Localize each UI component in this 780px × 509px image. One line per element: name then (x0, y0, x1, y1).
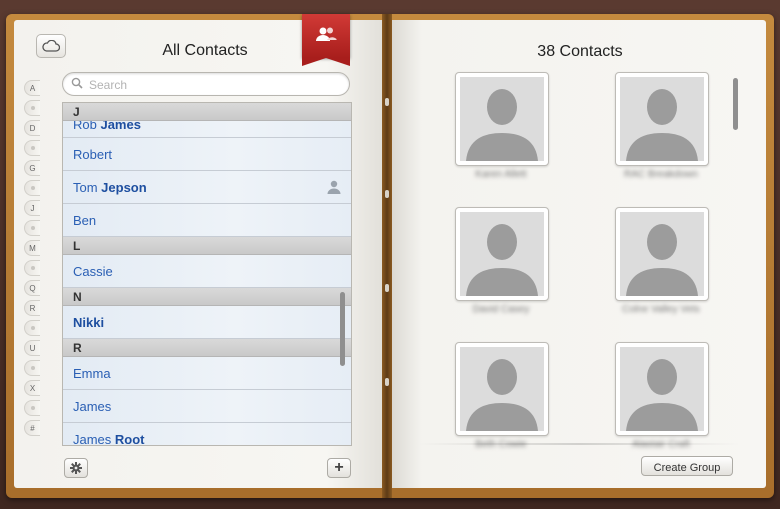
index-letter-m[interactable]: M (24, 240, 40, 256)
section-header: R (63, 339, 351, 357)
contact-first-name: Tom (73, 180, 102, 195)
contact-row[interactable]: Emma (63, 357, 351, 390)
index-dot[interactable] (24, 400, 40, 416)
index-letter-r[interactable]: R (24, 300, 40, 316)
index-dot[interactable] (24, 140, 40, 156)
contact-last-name: Jepson (101, 180, 147, 195)
contact-row[interactable]: Nikki (63, 306, 351, 339)
contact-first-name: James (73, 399, 112, 414)
avatar (460, 347, 544, 431)
contact-card-name: Karen Allett (475, 169, 527, 180)
groups-bookmark-button[interactable] (302, 14, 350, 66)
contact-card-name: David Casey (472, 304, 530, 315)
contact-row[interactable]: Robert (63, 138, 351, 171)
index-letter-a[interactable]: A (24, 80, 40, 96)
index-dot-mark (30, 406, 35, 410)
contact-first-name: Emma (73, 366, 111, 381)
index-dot-mark (30, 186, 35, 190)
book-spine (382, 14, 392, 498)
section-header: J (63, 103, 351, 121)
contact-card[interactable] (615, 72, 709, 166)
index-letter-g[interactable]: G (24, 160, 40, 176)
contact-list-scrollbar[interactable] (340, 292, 345, 366)
contact-card-name: Colne Valley Vets (622, 304, 700, 315)
person-silhouette-icon (460, 212, 544, 296)
section-header: L (63, 237, 351, 255)
person-silhouette-icon (460, 77, 544, 161)
spine-stitch (385, 190, 389, 198)
contact-first-name: Ben (73, 213, 97, 228)
contacts-group-icon (316, 27, 337, 41)
search-input[interactable] (87, 75, 341, 95)
index-letter-j[interactable]: J (24, 200, 40, 216)
avatar (620, 347, 704, 431)
index-letter-d[interactable]: D (24, 120, 40, 136)
contact-last-name: Root (114, 432, 145, 446)
index-dot[interactable] (24, 220, 40, 236)
alphabet-index[interactable]: A D G J M Q R U X # (24, 80, 40, 440)
avatar (460, 212, 544, 296)
index-letter-u[interactable]: U (24, 340, 40, 356)
create-group-button[interactable]: Create Group (641, 456, 733, 476)
avatar (620, 77, 704, 161)
index-dot[interactable] (24, 100, 40, 116)
section-header: N (63, 288, 351, 306)
person-icon (327, 180, 341, 194)
contact-count-title: 38 Contacts (537, 43, 623, 60)
settings-button[interactable] (64, 458, 88, 478)
index-letter-x[interactable]: X (24, 380, 40, 396)
contact-last-name: Nikki (73, 315, 105, 330)
contact-row[interactable]: Cassie (63, 255, 351, 288)
spine-stitch (385, 98, 389, 106)
index-dot-mark (30, 226, 35, 230)
contact-first-name: Rob (73, 121, 101, 132)
plus-icon: + (334, 459, 344, 476)
contact-first-name: Robert (73, 147, 113, 162)
person-silhouette-icon (460, 347, 544, 431)
right-page (392, 20, 766, 488)
contact-list[interactable]: J Rob James Robert Tom Jepson Ben L Cassie N Nik… (62, 102, 352, 446)
contact-card-name: RAC Breakdown (624, 169, 698, 180)
index-letter-hash[interactable]: # (24, 420, 40, 436)
contact-card[interactable] (615, 342, 709, 436)
contact-first-name: Cassie (73, 264, 113, 279)
contact-card[interactable] (455, 72, 549, 166)
contact-row[interactable]: James Root (63, 423, 351, 446)
index-dot[interactable] (24, 260, 40, 276)
search-icon (71, 77, 83, 89)
index-dot[interactable] (24, 360, 40, 376)
contact-card[interactable] (615, 207, 709, 301)
avatar (620, 212, 704, 296)
index-dot-mark (30, 146, 35, 150)
icloud-button[interactable] (36, 34, 66, 58)
index-dot-mark (30, 106, 35, 110)
index-letter-q[interactable]: Q (24, 280, 40, 296)
index-dot[interactable] (24, 320, 40, 336)
contact-card[interactable] (455, 342, 549, 436)
index-dot-mark (30, 366, 35, 370)
add-contact-button[interactable]: + (327, 458, 351, 478)
contact-row[interactable]: Rob James (63, 121, 351, 138)
spine-stitch (385, 284, 389, 292)
contact-row[interactable]: Tom Jepson (63, 171, 351, 204)
card-grid-scrollbar[interactable] (733, 78, 738, 130)
contact-row[interactable]: James (63, 390, 351, 423)
person-silhouette-icon (620, 212, 704, 296)
avatar (460, 77, 544, 161)
gear-icon (70, 462, 82, 474)
index-dot-mark (30, 326, 35, 330)
cloud-icon (42, 40, 60, 52)
contact-last-name: James (100, 121, 141, 132)
page-divider (418, 443, 740, 445)
contact-card[interactable] (455, 207, 549, 301)
search-field[interactable] (62, 72, 350, 96)
contact-first-name: James (73, 432, 115, 446)
contact-row[interactable]: Ben (63, 204, 351, 237)
index-dot-mark (30, 266, 35, 270)
spine-stitch (385, 378, 389, 386)
person-silhouette-icon (620, 347, 704, 431)
person-silhouette-icon (620, 77, 704, 161)
page-title-all-contacts: All Contacts (162, 42, 248, 59)
index-dot[interactable] (24, 180, 40, 196)
